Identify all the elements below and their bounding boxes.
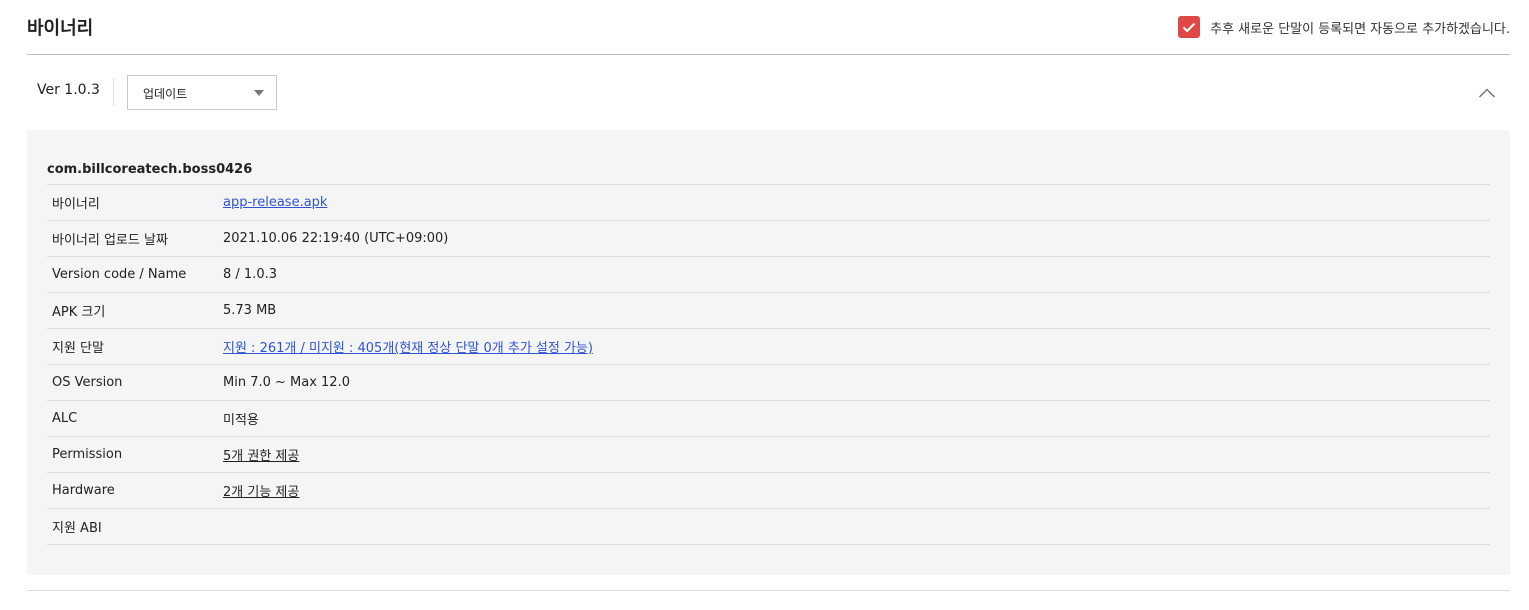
- info-row-alc: ALC 미적용: [47, 401, 1490, 437]
- row-label: ALC: [52, 411, 78, 426]
- collapse-button[interactable]: [1478, 84, 1496, 98]
- chevron-up-icon: [1479, 88, 1495, 98]
- permission-link[interactable]: 5개 권한 제공: [223, 445, 299, 464]
- info-row-abi: 지원 ABI: [47, 509, 1490, 545]
- hardware-link[interactable]: 2개 기능 제공: [223, 481, 299, 500]
- version-label: Ver 1.0.3: [37, 82, 100, 98]
- supported-devices-link[interactable]: 지원 : 261개 / 미지원 : 405개(현재 정상 단말 0개 추가 설정…: [223, 337, 593, 356]
- row-label: 지원 단말: [52, 341, 104, 356]
- auto-add-option[interactable]: 추후 새로운 단말이 등록되면 자동으로 추가하겠습니다.: [1178, 15, 1510, 39]
- info-row-upload-date: 바이너리 업로드 날짜 2021.10.06 22:19:40 (UTC+09:…: [47, 221, 1490, 257]
- page-header: 바이너리 추후 새로운 단말이 등록되면 자동으로 추가하겠습니다.: [27, 0, 1510, 55]
- row-value: Min 7.0 ~ Max 12.0: [223, 375, 350, 390]
- page-title: 바이너리: [27, 18, 94, 39]
- binary-details-panel: com.billcoreatech.boss0426 바이너리 app-rele…: [27, 130, 1510, 575]
- bottom-divider: [27, 590, 1510, 591]
- row-value: 5.73 MB: [223, 303, 277, 318]
- package-name: com.billcoreatech.boss0426: [47, 162, 253, 177]
- row-label: 바이너리 업로드 날짜: [52, 233, 168, 248]
- checkmark-icon: [1182, 22, 1196, 32]
- binary-file-link[interactable]: app-release.apk: [223, 195, 327, 210]
- row-value: 2021.10.06 22:19:40 (UTC+09:00): [223, 231, 449, 246]
- row-label: 바이너리: [52, 197, 100, 212]
- info-row-binary: 바이너리 app-release.apk: [47, 185, 1490, 221]
- row-value: 미적용: [223, 413, 259, 428]
- version-row: Ver 1.0.3 업데이트: [27, 56, 1510, 130]
- row-label: APK 크기: [52, 305, 106, 320]
- version-action-select[interactable]: 업데이트: [127, 75, 277, 110]
- version-divider: [113, 78, 114, 106]
- row-label: Permission: [52, 447, 123, 462]
- info-row-hardware: Hardware 2개 기능 제공: [47, 473, 1490, 509]
- auto-add-checkbox[interactable]: [1178, 16, 1201, 38]
- info-row-permission: Permission 5개 권한 제공: [47, 437, 1490, 473]
- row-label: 지원 ABI: [52, 521, 102, 536]
- caret-down-icon: [254, 90, 264, 96]
- info-row-apk-size: APK 크기 5.73 MB: [47, 293, 1490, 329]
- info-row-os-version: OS Version Min 7.0 ~ Max 12.0: [47, 365, 1490, 401]
- binary-info-table: 바이너리 app-release.apk 바이너리 업로드 날짜 2021.10…: [47, 184, 1490, 545]
- info-row-version-code: Version code / Name 8 / 1.0.3: [47, 257, 1490, 293]
- row-label: OS Version: [52, 375, 123, 390]
- row-label: Version code / Name: [52, 267, 187, 282]
- select-value: 업데이트: [143, 87, 188, 101]
- auto-add-label: 추후 새로운 단말이 등록되면 자동으로 추가하겠습니다.: [1210, 21, 1510, 37]
- row-label: Hardware: [52, 483, 115, 498]
- row-value: 8 / 1.0.3: [223, 267, 277, 282]
- info-row-supported-devices: 지원 단말 지원 : 261개 / 미지원 : 405개(현재 정상 단말 0개…: [47, 329, 1490, 365]
- binary-page: 바이너리 추후 새로운 단말이 등록되면 자동으로 추가하겠습니다. Ver 1…: [0, 0, 1529, 610]
